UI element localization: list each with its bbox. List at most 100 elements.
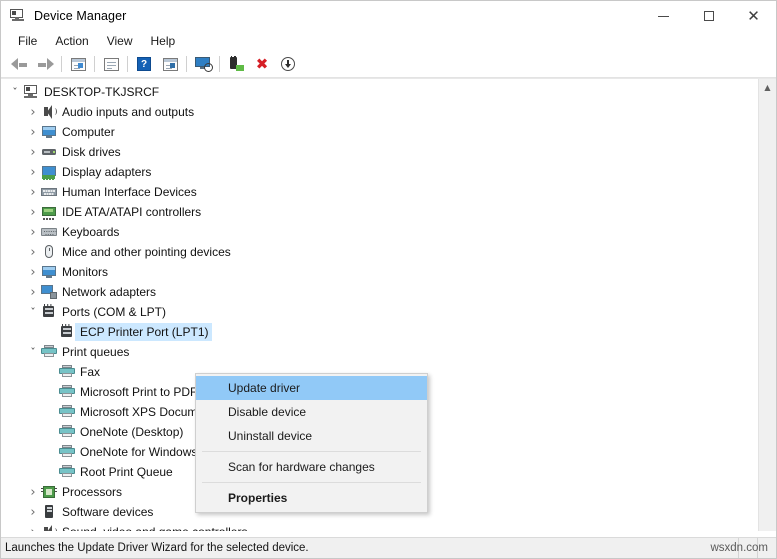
- tree-row[interactable]: ˇ DESKTOP-TKJSRCF: [1, 82, 759, 102]
- uninstall-device-icon: ✖: [255, 55, 269, 73]
- chevron-right-icon[interactable]: ›: [25, 285, 41, 300]
- chevron-down-icon[interactable]: ˇ: [25, 306, 41, 319]
- chevron-right-icon[interactable]: ›: [25, 525, 41, 532]
- ide-controller-icon: [41, 204, 57, 220]
- scan-for-hardware-changes-button[interactable]: [190, 52, 216, 76]
- tree-row-label: OneNote for Windows 10: [80, 445, 215, 459]
- device-tree-panel: ˇ DESKTOP-TKJSRCF › Audio inputs and output…: [1, 78, 776, 531]
- tree-row[interactable]: › Disk drives: [1, 142, 759, 162]
- enable-device-button[interactable]: [223, 52, 249, 76]
- tree-row-label: Fax: [80, 365, 101, 379]
- back-button[interactable]: [6, 52, 32, 76]
- tree-row[interactable]: › Network adapters: [1, 282, 759, 302]
- menu-action[interactable]: Action: [46, 32, 97, 50]
- close-icon: ✕: [747, 6, 760, 25]
- tree-row-label: Human Interface Devices: [62, 185, 197, 199]
- printer-icon: [59, 464, 75, 480]
- window-controls: ✕: [641, 1, 776, 31]
- context-menu[interactable]: Update driver Disable device Uninstall dev…: [195, 373, 428, 513]
- help-icon: ?: [137, 57, 151, 71]
- maximize-button[interactable]: [686, 1, 731, 31]
- tree-row[interactable]: › Computer: [1, 122, 759, 142]
- uninstall-device-button[interactable]: ✖: [249, 52, 275, 76]
- download-icon: [281, 57, 295, 71]
- tree-row-label: Audio inputs and outputs: [62, 105, 195, 119]
- close-button[interactable]: ✕: [731, 1, 776, 31]
- scrollbar-track[interactable]: [759, 96, 776, 514]
- tree-row-label: Root Print Queue: [80, 465, 173, 479]
- chevron-right-icon[interactable]: ›: [25, 505, 41, 520]
- tree-row-label: Print queues: [62, 345, 130, 359]
- toolbar-separator: [219, 56, 220, 72]
- tree-row-label: Keyboards: [62, 225, 120, 239]
- tree-row[interactable]: › Human Interface Devices: [1, 182, 759, 202]
- properties-icon: [103, 57, 119, 71]
- chevron-right-icon[interactable]: ›: [25, 245, 41, 260]
- scan-for-hardware-changes-icon: [194, 57, 213, 72]
- chevron-right-icon[interactable]: ›: [25, 105, 41, 120]
- status-text: Launches the Update Driver Wizard for th…: [5, 542, 309, 554]
- tree-row-label: DESKTOP-TKJSRCF: [44, 85, 160, 99]
- context-menu-item[interactable]: Disable device: [196, 400, 427, 424]
- chevron-down-icon[interactable]: ˇ: [7, 86, 23, 99]
- context-menu-item[interactable]: Update driver: [196, 376, 427, 400]
- tree-row[interactable]: ˇ Ports (COM & LPT): [1, 302, 759, 322]
- tree-row[interactable]: › Audio inputs and outputs: [1, 102, 759, 122]
- download-button[interactable]: [275, 52, 301, 76]
- chevron-right-icon[interactable]: ›: [25, 225, 41, 240]
- update-driver-button[interactable]: [157, 52, 183, 76]
- tree-row[interactable]: ˇ Print queues: [1, 342, 759, 362]
- help-button[interactable]: ?: [131, 52, 157, 76]
- menu-view[interactable]: View: [98, 32, 142, 50]
- context-menu-item[interactable]: Scan for hardware changes: [196, 455, 427, 479]
- tree-row[interactable]: ECP Printer Port (LPT1): [1, 322, 759, 342]
- chevron-right-icon[interactable]: ›: [25, 185, 41, 200]
- minimize-button[interactable]: [641, 1, 686, 31]
- tree-row[interactable]: › Sound, video and game controllers: [1, 522, 759, 531]
- tree-row[interactable]: › IDE ATA/ATAPI controllers: [1, 202, 759, 222]
- printer-icon: [59, 424, 75, 440]
- toolbar-separator: [94, 56, 95, 72]
- menu-help[interactable]: Help: [142, 32, 185, 50]
- enable-device-icon: [229, 56, 244, 71]
- show-hidden-devices-button[interactable]: [65, 52, 91, 76]
- forward-button[interactable]: [32, 52, 58, 76]
- hid-icon: [41, 184, 57, 200]
- chevron-right-icon[interactable]: ›: [25, 165, 41, 180]
- chevron-down-icon[interactable]: ˇ: [25, 346, 41, 359]
- toolbar: ? ✖: [1, 51, 776, 78]
- menu-file[interactable]: File: [9, 32, 46, 50]
- processor-icon: [41, 484, 57, 500]
- vertical-scrollbar[interactable]: ▲: [758, 79, 776, 531]
- keyboard-icon: [41, 224, 57, 240]
- context-menu-separator: [202, 482, 421, 483]
- tree-row-label: Computer: [62, 125, 115, 139]
- scroll-up-button[interactable]: ▲: [759, 79, 776, 96]
- printer-icon: [59, 444, 75, 460]
- chevron-right-icon[interactable]: ›: [25, 125, 41, 140]
- context-menu-item[interactable]: Properties: [196, 486, 427, 510]
- title-bar: Device Manager ✕: [1, 1, 776, 31]
- tree-row[interactable]: › Keyboards: [1, 222, 759, 242]
- chevron-right-icon[interactable]: ›: [25, 265, 41, 280]
- network-adapter-icon: [41, 284, 57, 300]
- context-menu-item[interactable]: Uninstall device: [196, 424, 427, 448]
- minimize-icon: [658, 15, 669, 17]
- chevron-right-icon[interactable]: ›: [25, 145, 41, 160]
- chevron-right-icon[interactable]: ›: [25, 485, 41, 500]
- monitor-icon: [41, 264, 57, 280]
- device-manager-icon: [10, 8, 26, 24]
- toolbar-separator: [186, 56, 187, 72]
- tree-row-label: Disk drives: [62, 145, 121, 159]
- window-title: Device Manager: [34, 9, 127, 23]
- tree-row[interactable]: › Mice and other pointing devices: [1, 242, 759, 262]
- status-bar: Launches the Update Driver Wizard for th…: [1, 537, 776, 558]
- properties-button[interactable]: [98, 52, 124, 76]
- tree-row[interactable]: › Monitors: [1, 262, 759, 282]
- tree-row[interactable]: › Display adapters: [1, 162, 759, 182]
- chevron-right-icon[interactable]: ›: [25, 205, 41, 220]
